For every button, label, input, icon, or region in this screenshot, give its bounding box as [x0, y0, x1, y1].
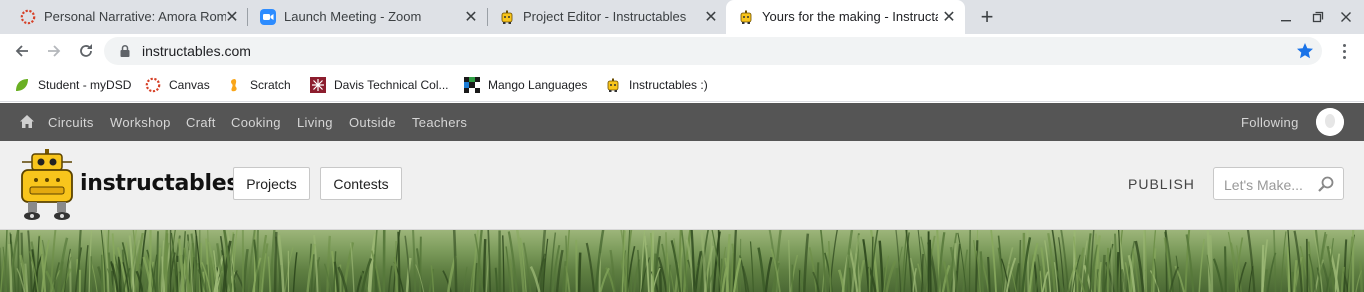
tab-title: Yours for the making - Instructab — [762, 9, 938, 24]
bookmarks-bar: Student - myDSD Canvas Scratch Davis Tec… — [0, 68, 1364, 102]
bookmark-label: Scratch — [250, 78, 291, 92]
leaf-icon — [16, 79, 28, 91]
bookmark-canvas[interactable]: Canvas — [145, 76, 210, 94]
nav-teachers[interactable]: Teachers — [412, 115, 467, 130]
nav-workshop[interactable]: Workshop — [110, 115, 171, 130]
search-icon[interactable] — [1317, 175, 1335, 193]
menu-dot — [1342, 49, 1346, 53]
close-window-icon — [1341, 12, 1351, 22]
back-arrow-icon — [15, 45, 28, 57]
close-window-button[interactable] — [1334, 5, 1358, 29]
instructables-robot-logo[interactable] — [18, 148, 76, 222]
forward-button[interactable] — [42, 39, 66, 63]
mango-icon — [464, 77, 480, 93]
browser-tab-strip: Personal Narrative: Amora Rome ✕ Launch … — [0, 0, 1364, 34]
instructables-robot-icon — [740, 10, 752, 24]
browser-toolbar: instructables.com — [0, 34, 1364, 68]
tab-zoom-meeting[interactable]: Launch Meeting - Zoom ✕ — [248, 0, 487, 34]
home-icon[interactable] — [19, 114, 35, 129]
minimize-button[interactable] — [1274, 5, 1298, 29]
close-tab-icon[interactable]: ✕ — [701, 7, 721, 27]
avatar[interactable] — [1316, 108, 1344, 136]
projects-button[interactable]: Projects — [233, 167, 310, 200]
user-avatar-icon — [1316, 108, 1344, 136]
tab-yours-for-the-making[interactable]: Yours for the making - Instructab ✕ — [726, 0, 965, 34]
nav-craft[interactable]: Craft — [186, 115, 216, 130]
hero-image-grass-field — [0, 230, 1364, 292]
contests-button[interactable]: Contests — [320, 167, 402, 200]
nav-cooking[interactable]: Cooking — [231, 115, 281, 130]
grass-illustration — [0, 230, 1364, 292]
restore-icon — [1312, 11, 1324, 23]
close-tab-icon[interactable]: ✕ — [461, 7, 481, 27]
canvas-icon — [145, 77, 161, 93]
forward-arrow-icon — [48, 45, 61, 57]
canvas-icon — [20, 9, 36, 25]
restore-button[interactable] — [1306, 5, 1330, 29]
site-header: instructables Projects Contests PUBLISH … — [0, 141, 1364, 230]
bookmark-davis-technical[interactable]: Davis Technical Col... — [310, 76, 449, 94]
bookmark-label: Mango Languages — [488, 78, 588, 92]
search-input[interactable]: Let's Make... — [1224, 177, 1303, 193]
zoom-icon — [260, 9, 276, 25]
bookmark-student-mydsd[interactable]: Student - myDSD — [14, 76, 131, 94]
nav-circuits[interactable]: Circuits — [48, 115, 94, 130]
lock-icon[interactable] — [118, 44, 132, 58]
davis-tech-icon — [310, 77, 326, 93]
bookmark-label: Instructables :) — [629, 78, 708, 92]
instructables-wordmark[interactable]: instructables — [80, 171, 239, 196]
instructables-robot-icon — [501, 10, 513, 24]
nav-following[interactable]: Following — [1241, 115, 1299, 130]
bookmark-label: Student - myDSD — [38, 78, 132, 92]
nav-living[interactable]: Living — [297, 115, 333, 130]
back-button[interactable] — [10, 39, 34, 63]
bookmark-instructables[interactable]: Instructables :) — [605, 76, 708, 94]
tab-title: Launch Meeting - Zoom — [284, 9, 422, 24]
bookmark-label: Canvas — [169, 78, 210, 92]
new-tab-button[interactable]: + — [975, 4, 999, 29]
browser-menu-button[interactable] — [1332, 39, 1356, 63]
site-search[interactable]: Let's Make... — [1213, 167, 1344, 200]
nav-outside[interactable]: Outside — [349, 115, 396, 130]
bookmark-mango-languages[interactable]: Mango Languages — [464, 76, 587, 94]
url-text[interactable]: instructables.com — [142, 43, 251, 59]
tab-title: Personal Narrative: Amora Rome — [44, 9, 226, 24]
instructables-robot-icon — [607, 78, 619, 92]
site-category-nav: Circuits Workshop Craft Cooking Living O… — [0, 103, 1364, 141]
menu-dot — [1342, 55, 1346, 59]
bookmark-scratch[interactable]: Scratch — [226, 76, 291, 94]
reload-button[interactable] — [74, 39, 98, 63]
reload-icon — [80, 44, 92, 57]
tab-personal-narrative[interactable]: Personal Narrative: Amora Rome ✕ — [8, 0, 248, 34]
menu-dot — [1342, 43, 1346, 47]
close-tab-icon[interactable]: ✕ — [939, 7, 959, 27]
close-tab-icon[interactable]: ✕ — [222, 7, 242, 27]
bookmark-star-icon[interactable] — [1294, 40, 1316, 62]
tab-project-editor[interactable]: Project Editor - Instructables ✕ — [487, 0, 725, 34]
publish-link[interactable]: PUBLISH — [1128, 176, 1195, 192]
scratch-icon — [231, 79, 237, 92]
address-bar[interactable]: instructables.com — [104, 37, 1322, 65]
bookmark-label: Davis Technical Col... — [334, 78, 449, 92]
tab-title: Project Editor - Instructables — [523, 9, 687, 24]
minimize-icon — [1281, 20, 1291, 22]
